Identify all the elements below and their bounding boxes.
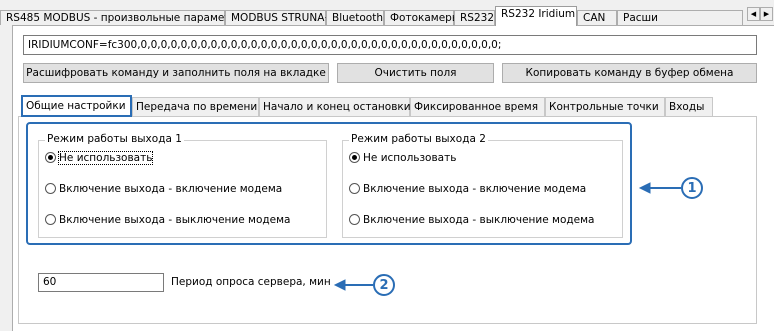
callout-badge-1: 1 [681,177,703,199]
arrow-2-head-icon [333,279,346,291]
tab-rs232-iridium[interactable]: RS232 Iridium [495,6,577,26]
callout-badge-2: 2 [373,274,395,296]
arrow-1-head-icon [638,182,651,194]
tab-general-settings[interactable]: Общие настройки [21,95,132,117]
